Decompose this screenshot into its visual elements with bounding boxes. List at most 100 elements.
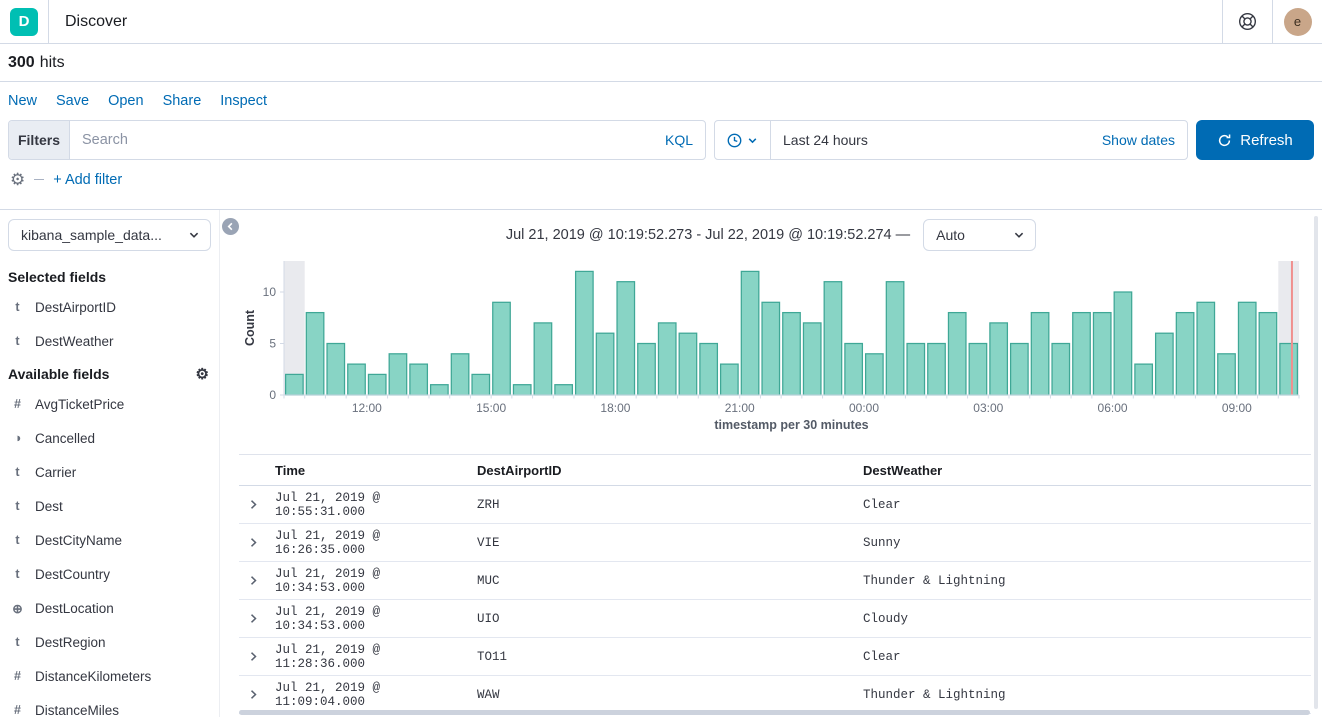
histogram-bar[interactable] (1011, 344, 1029, 396)
field-settings-gear-icon[interactable]: ⚙ (196, 367, 209, 382)
histogram-bar[interactable] (886, 282, 904, 395)
cell-time: Jul 21, 2019 @ 11:28:36.000 (275, 638, 477, 676)
histogram-bar[interactable] (493, 302, 511, 395)
field-item[interactable]: ◑ Cancelled (8, 421, 211, 455)
field-item[interactable]: # DistanceKilometers (8, 659, 211, 693)
histogram-bar[interactable] (721, 364, 739, 395)
histogram-bar[interactable] (783, 313, 801, 395)
nav-link[interactable]: Open (108, 93, 143, 109)
histogram-bar[interactable] (658, 323, 676, 395)
column-header-destweather[interactable]: DestWeather (863, 455, 1311, 486)
field-item[interactable]: ⊕ DestLocation (8, 591, 211, 625)
field-item[interactable]: t DestCityName (8, 523, 211, 557)
histogram-bar[interactable] (327, 344, 345, 396)
histogram-bar[interactable] (679, 333, 697, 395)
column-header-destairportid[interactable]: DestAirportID (477, 455, 863, 486)
histogram-bar[interactable] (596, 333, 614, 395)
histogram-bar[interactable] (555, 385, 573, 395)
divider (34, 179, 44, 180)
expand-row-button[interactable] (239, 651, 275, 662)
expand-row-button[interactable] (239, 499, 275, 510)
field-item[interactable]: t DestCountry (8, 557, 211, 591)
field-item[interactable]: t DestWeather (8, 324, 211, 358)
histogram-bar[interactable] (1031, 313, 1049, 395)
histogram-bar[interactable] (286, 374, 304, 395)
field-item[interactable]: t Carrier (8, 455, 211, 489)
histogram-bar[interactable] (1218, 354, 1236, 395)
histogram-bar[interactable] (969, 344, 987, 396)
nav-link[interactable]: Share (163, 93, 202, 109)
help-button[interactable] (1223, 0, 1272, 43)
histogram-bar[interactable] (1135, 364, 1153, 395)
histogram-bar[interactable] (472, 374, 490, 395)
histogram-bar[interactable] (1197, 302, 1215, 395)
field-item[interactable]: t DestRegion (8, 625, 211, 659)
refresh-button[interactable]: Refresh (1196, 120, 1314, 160)
filters-button[interactable]: Filters (9, 121, 70, 159)
histogram-bar[interactable] (410, 364, 428, 395)
histogram-bar[interactable] (907, 344, 925, 396)
histogram-bar[interactable] (576, 271, 594, 395)
field-item[interactable]: # AvgTicketPrice (8, 387, 211, 421)
histogram-bar[interactable] (638, 344, 656, 396)
histogram-bar[interactable] (1093, 313, 1111, 395)
histogram-bar[interactable] (700, 344, 718, 396)
horizontal-scrollbar[interactable] (239, 710, 1310, 715)
expand-row-button[interactable] (239, 537, 275, 548)
histogram-bar[interactable] (451, 354, 469, 395)
histogram-bar[interactable] (990, 323, 1008, 395)
chevron-right-icon (248, 537, 259, 548)
histogram-bar[interactable] (348, 364, 366, 395)
user-menu-button[interactable]: e (1273, 0, 1322, 43)
search-input[interactable]: Search KQL (70, 121, 705, 159)
histogram-bar[interactable] (1052, 344, 1070, 396)
histogram-bar[interactable] (617, 282, 635, 395)
index-pattern-select[interactable]: kibana_sample_data... (8, 219, 211, 251)
app-logo-button[interactable]: D (0, 0, 49, 43)
expand-row-button[interactable] (239, 613, 275, 624)
histogram-bar[interactable] (368, 374, 386, 395)
field-type-icon: ◑ (11, 431, 24, 445)
time-range-button[interactable]: Last 24 hours Show dates (771, 121, 1187, 159)
histogram-bar[interactable] (741, 271, 759, 395)
field-item[interactable]: t DestAirportID (8, 290, 211, 324)
field-name: Cancelled (35, 431, 95, 446)
vertical-scrollbar[interactable] (1314, 216, 1318, 709)
histogram-bar[interactable] (1280, 344, 1298, 396)
filter-options-gear-icon[interactable]: ⚙ (10, 171, 25, 188)
field-item[interactable]: # DistanceMiles (8, 693, 211, 727)
add-filter-link[interactable]: + Add filter (53, 172, 122, 188)
nav-link[interactable]: Save (56, 93, 89, 109)
interval-select[interactable]: Auto (923, 219, 1036, 251)
collapse-sidebar-button[interactable] (222, 218, 239, 235)
expand-row-button[interactable] (239, 575, 275, 586)
histogram-bar[interactable] (928, 344, 946, 396)
histogram-bar[interactable] (534, 323, 552, 395)
histogram-bar[interactable] (1156, 333, 1174, 395)
histogram-bar[interactable] (845, 344, 863, 396)
histogram-bar[interactable] (1073, 313, 1091, 395)
histogram-bar[interactable] (1114, 292, 1132, 395)
histogram-chart[interactable]: 051012:0015:0018:0021:0000:0003:0006:000… (239, 259, 1319, 434)
field-item[interactable]: t Dest (8, 489, 211, 523)
field-type-icon: # (11, 397, 24, 411)
nav-link[interactable]: Inspect (220, 93, 267, 109)
histogram-bar[interactable] (866, 354, 884, 395)
kql-language-button[interactable]: KQL (665, 132, 693, 148)
histogram-bar[interactable] (1176, 313, 1194, 395)
histogram-bar[interactable] (762, 302, 780, 395)
nav-link[interactable]: New (8, 93, 37, 109)
histogram-bar[interactable] (1238, 302, 1256, 395)
histogram-bar[interactable] (824, 282, 842, 395)
histogram-bar[interactable] (1259, 313, 1277, 395)
histogram-bar[interactable] (513, 385, 531, 395)
expand-row-button[interactable] (239, 689, 275, 700)
histogram-bar[interactable] (803, 323, 821, 395)
show-dates-link[interactable]: Show dates (1102, 132, 1175, 148)
histogram-bar[interactable] (948, 313, 966, 395)
histogram-bar[interactable] (306, 313, 324, 395)
histogram-bar[interactable] (389, 354, 407, 395)
histogram-bar[interactable] (431, 385, 449, 395)
column-header-time[interactable]: Time (275, 455, 477, 486)
quick-select-button[interactable] (715, 121, 771, 159)
